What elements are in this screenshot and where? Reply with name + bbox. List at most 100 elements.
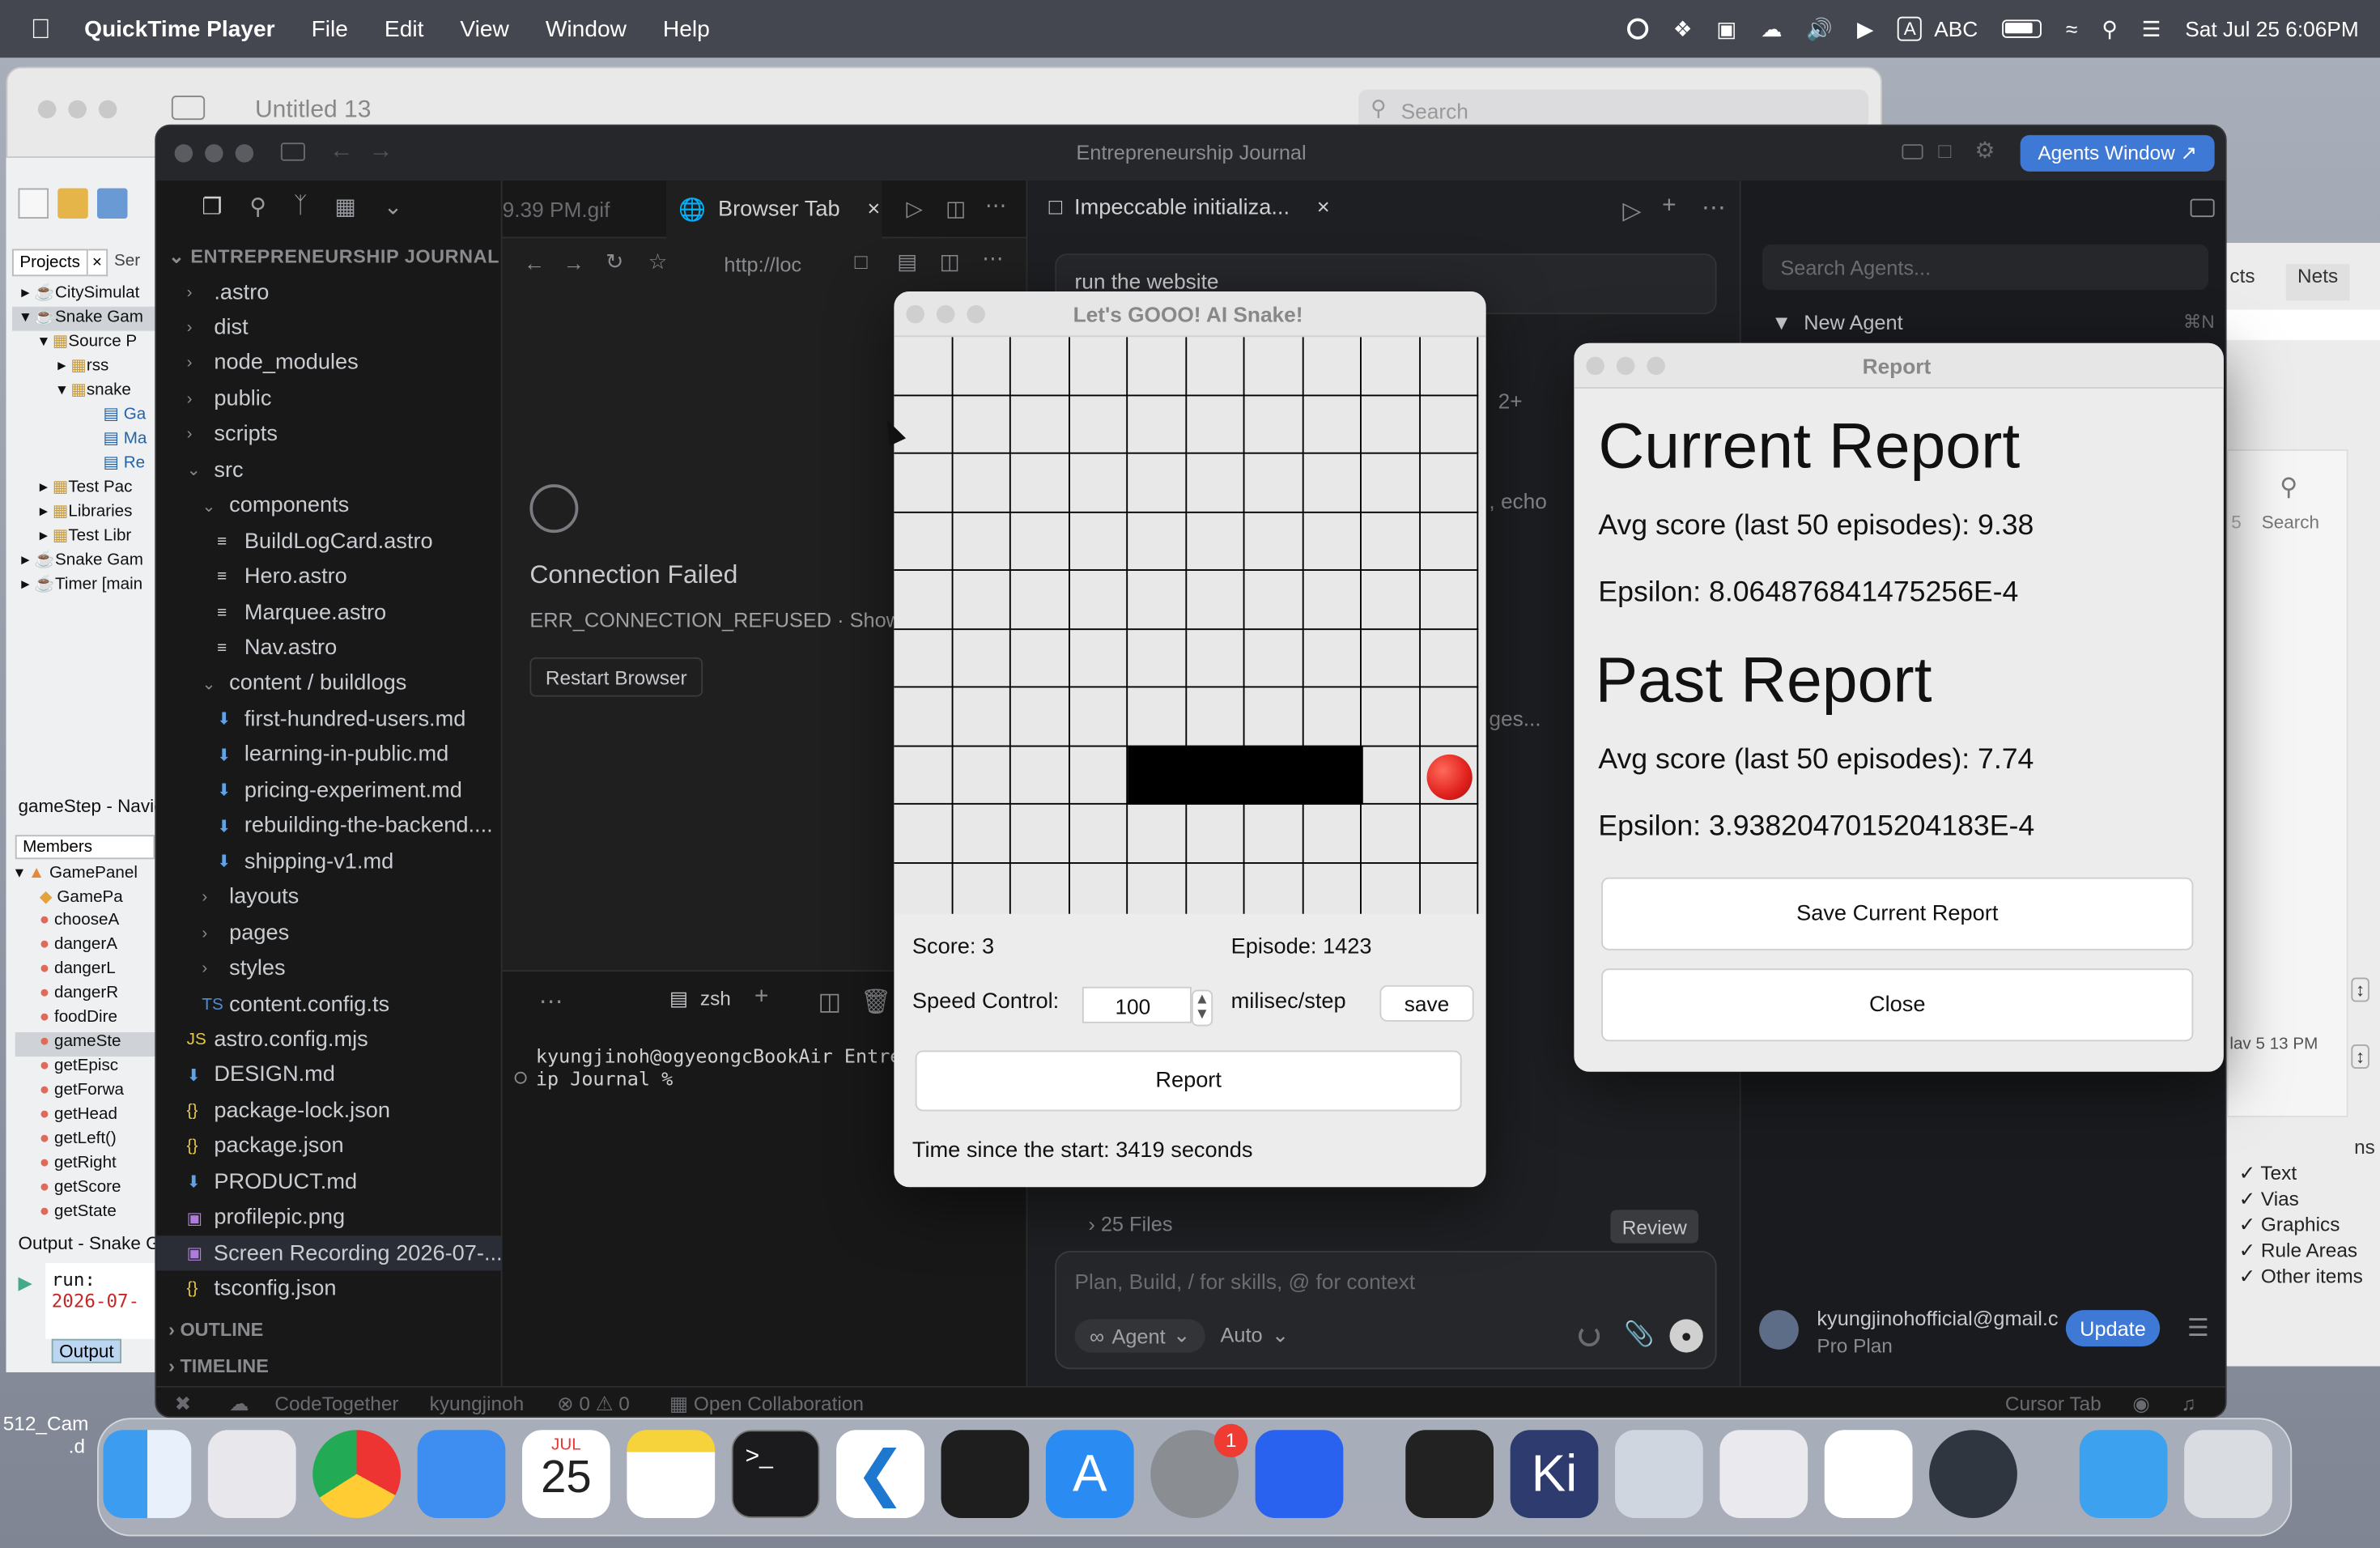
trash-icon[interactable]: 🗑 bbox=[861, 987, 891, 1018]
members-row[interactable]: ● getRight bbox=[15, 1154, 156, 1178]
file-tree-item[interactable]: › public bbox=[156, 381, 503, 416]
members-row[interactable]: ▾ ▲ GamePanel bbox=[15, 862, 156, 887]
update-button[interactable]: Update bbox=[2065, 1310, 2161, 1347]
file-tree-item[interactable]: ≡ Nav.astro bbox=[156, 631, 503, 666]
run-icon[interactable]: ▷ bbox=[906, 196, 922, 222]
mail-icon[interactable] bbox=[417, 1430, 506, 1518]
project-item[interactable]: ▸ ▦rss bbox=[12, 355, 156, 380]
close-icon[interactable] bbox=[174, 144, 193, 163]
close-icon[interactable] bbox=[906, 304, 924, 324]
input-source-icon[interactable]: A bbox=[1898, 16, 1923, 41]
chat-input[interactable]: Plan, Build, / for skills, @ for context… bbox=[1055, 1251, 1717, 1370]
file-tree-item[interactable]: ⬇ first-hundred-users.md bbox=[156, 702, 503, 737]
menu-view[interactable]: View bbox=[460, 16, 508, 42]
play-menu-icon[interactable]: ▶ bbox=[1857, 16, 1873, 42]
inspect-icon[interactable]: □ bbox=[855, 249, 868, 274]
file-tree-item[interactable]: ⬇ shipping-v1.md bbox=[156, 844, 503, 879]
file-tree-item[interactable]: JS astro.config.mjs bbox=[156, 1023, 503, 1057]
kicad-search-label[interactable]: Search bbox=[2262, 512, 2319, 533]
file-tree-item[interactable]: ≡ Marquee.astro bbox=[156, 595, 503, 630]
browser-forward-icon[interactable]: → bbox=[563, 250, 584, 274]
tab-gif[interactable]: 9.39 PM.gif bbox=[503, 198, 610, 222]
save-current-report-button[interactable]: Save Current Report bbox=[1601, 877, 2194, 950]
project-item[interactable]: ▸ ☕Snake Gam bbox=[12, 550, 156, 574]
agents-search[interactable]: Search Agents... bbox=[1762, 244, 2209, 291]
gear-icon[interactable]: ⚙ bbox=[1974, 137, 1995, 164]
more-icon[interactable]: ⋯ bbox=[1702, 193, 1726, 223]
more-icon[interactable]: ⋯ bbox=[539, 987, 563, 1018]
codetogether-status[interactable]: CodeTogether bbox=[274, 1392, 398, 1414]
wifi-icon[interactable]: ≈ bbox=[2066, 17, 2077, 41]
output-run-icon[interactable]: ▶ bbox=[19, 1272, 32, 1293]
preview-icon[interactable] bbox=[1615, 1430, 1703, 1518]
members-row[interactable]: ● chooseA bbox=[15, 911, 156, 935]
terminal-tab[interactable]: ▤ zsh bbox=[669, 987, 731, 1011]
sidebar-toggle-icon[interactable] bbox=[280, 142, 305, 161]
figma-menu-icon[interactable]: ❖ bbox=[1673, 16, 1693, 42]
browser-back-icon[interactable]: ← bbox=[524, 250, 545, 274]
file-tree-item[interactable]: {} tsconfig.json bbox=[156, 1271, 503, 1306]
project-item[interactable]: ▸ ▦Test Libr bbox=[12, 525, 156, 550]
bell-icon[interactable]: ♫ bbox=[2181, 1392, 2195, 1414]
panel-toggle-icon[interactable] bbox=[2190, 198, 2215, 218]
file-tree-item[interactable]: › layouts bbox=[156, 880, 503, 915]
file-tree-item[interactable]: ⬇ pricing-experiment.md bbox=[156, 773, 503, 808]
explorer-header[interactable]: ⌄ ENTREPRENEURSHIP JOURNAL bbox=[168, 245, 499, 267]
split-terminal-icon[interactable]: ◫ bbox=[818, 987, 841, 1018]
layer-item[interactable]: ✓ Text bbox=[2239, 1160, 2363, 1186]
run-icon[interactable]: ▷ bbox=[1622, 196, 1641, 227]
calendar-icon[interactable]: JUL 25 bbox=[522, 1430, 610, 1518]
extensions-icon[interactable]: ▦ bbox=[334, 193, 356, 220]
star-icon[interactable]: ☆ bbox=[648, 249, 668, 275]
members-row[interactable]: ● foodDire bbox=[15, 1008, 156, 1032]
menu-window[interactable]: Window bbox=[546, 16, 627, 42]
layer-item[interactable]: ✓ Rule Areas bbox=[2239, 1237, 2363, 1263]
members-row[interactable]: ● getLeft() bbox=[15, 1129, 156, 1154]
chrome-icon[interactable] bbox=[312, 1430, 401, 1518]
vscode-icon[interactable]: ❮ bbox=[836, 1430, 924, 1518]
quicktime-search[interactable]: ⚲ Search bbox=[1358, 89, 1869, 130]
quicktime-icon[interactable] bbox=[1929, 1430, 2017, 1518]
open-project-icon[interactable] bbox=[97, 188, 128, 219]
chevron-down-icon[interactable]: ⌄ bbox=[384, 193, 403, 220]
back-arrow-icon[interactable]: ← bbox=[329, 138, 354, 166]
project-item[interactable]: ▸ ▦Test Pac bbox=[12, 477, 156, 501]
file-tree-item[interactable]: {} package.json bbox=[156, 1129, 503, 1164]
trash-icon[interactable] bbox=[2184, 1430, 2272, 1518]
chat-bubble-icon[interactable]: □ bbox=[1938, 138, 1951, 163]
account-row[interactable]: kyungjinohofficial@gmail.c Pro Plan Upda… bbox=[1759, 1304, 2215, 1365]
remote-icon[interactable]: ✖ bbox=[175, 1392, 191, 1416]
zoom-icon[interactable] bbox=[967, 304, 985, 324]
speed-save-button[interactable]: save bbox=[1379, 985, 1474, 1022]
zoom-icon[interactable] bbox=[235, 144, 254, 163]
files-icon[interactable]: ❐ bbox=[202, 193, 222, 220]
forward-arrow-icon[interactable]: → bbox=[369, 138, 393, 166]
add-icon[interactable]: + bbox=[1662, 193, 1677, 220]
hexagon-icon[interactable] bbox=[1719, 1430, 1808, 1518]
appstore-icon[interactable]: A bbox=[1045, 1430, 1134, 1518]
microphone-icon[interactable]: ● bbox=[1669, 1319, 1703, 1353]
file-tree-item[interactable]: › pages bbox=[156, 916, 503, 950]
menu-help[interactable]: Help bbox=[663, 16, 710, 42]
members-row[interactable]: ● dangerA bbox=[15, 935, 156, 959]
eye-off-icon[interactable]: ◉ bbox=[2132, 1392, 2149, 1416]
timeline-section[interactable]: › TIMELINE bbox=[168, 1355, 269, 1376]
cursor-tab-status[interactable]: Cursor Tab bbox=[2005, 1392, 2102, 1414]
launchpad-icon[interactable] bbox=[207, 1430, 296, 1518]
speed-input[interactable]: 100 bbox=[1082, 986, 1192, 1023]
file-tree-item[interactable]: ⬇ rebuilding-the-backend.... bbox=[156, 809, 503, 844]
file-tree-item[interactable]: ⬇ PRODUCT.md bbox=[156, 1165, 503, 1200]
files-changed-row[interactable]: › 25 Files bbox=[1088, 1213, 1172, 1235]
creative-cloud-icon[interactable]: ☁ bbox=[1761, 16, 1782, 42]
sidebar-toggle-icon[interactable] bbox=[171, 96, 206, 121]
battery-icon[interactable] bbox=[2002, 19, 2042, 38]
search-icon[interactable]: ⚲ bbox=[249, 193, 266, 220]
members-row[interactable]: ● getEpisc bbox=[15, 1057, 156, 1081]
minimize-icon[interactable] bbox=[205, 144, 223, 163]
project-item[interactable]: ▾ ▦Source P bbox=[12, 331, 156, 355]
tab-services[interactable]: Ser bbox=[108, 249, 146, 277]
tab-projects[interactable]: Projects bbox=[12, 249, 88, 277]
terminal-icon[interactable]: >_ bbox=[731, 1430, 820, 1518]
apple-icon[interactable]:  bbox=[31, 13, 51, 45]
project-item[interactable]: ▸ ☕CitySimulat bbox=[12, 283, 156, 307]
